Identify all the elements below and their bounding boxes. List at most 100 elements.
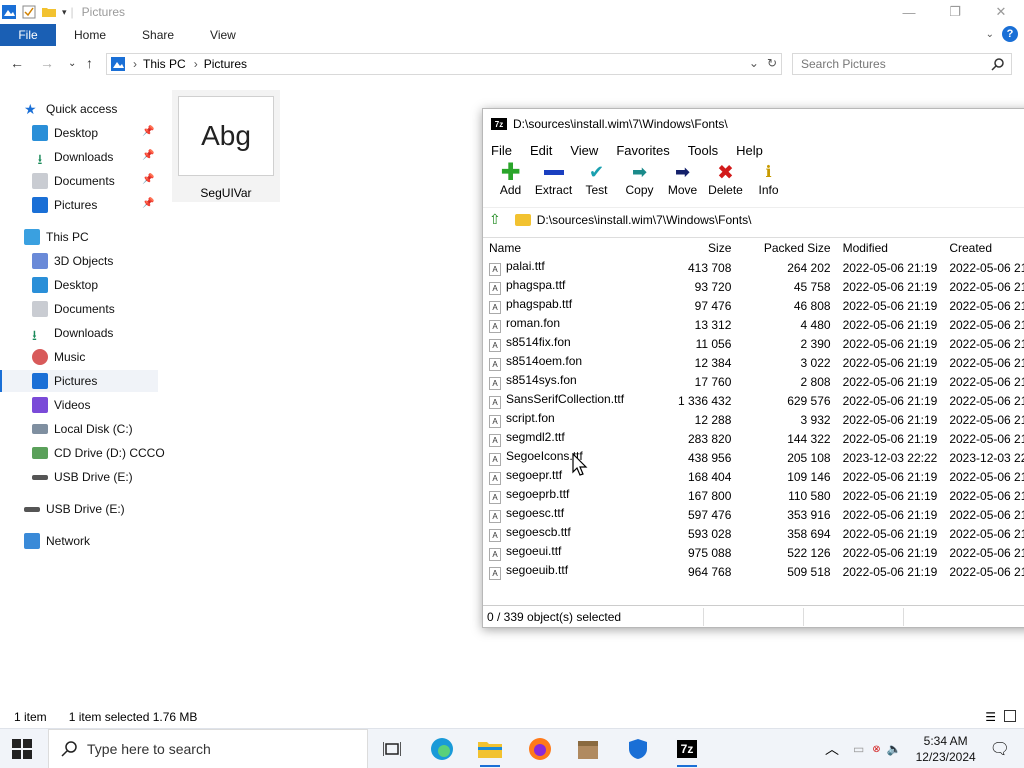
expand-ribbon-icon[interactable]: ⌄ — [986, 29, 994, 40]
tab-file[interactable]: File — [0, 24, 56, 46]
taskbar-7zip[interactable]: 7z — [667, 733, 707, 767]
taskbar-edge[interactable] — [422, 733, 462, 765]
nav-network[interactable]: Network — [24, 530, 90, 552]
nav-videos[interactable]: Videos — [32, 394, 90, 416]
menu-favorites[interactable]: Favorites — [616, 143, 669, 158]
nav-usb-drive-sub[interactable]: USB Drive (E:) — [32, 466, 133, 488]
nav-qa-desktop[interactable]: Desktop — [32, 122, 98, 144]
tab-view[interactable]: View — [192, 28, 254, 42]
column-size[interactable]: Size — [658, 238, 737, 258]
up-arrow-icon[interactable]: ↑ — [86, 55, 93, 71]
windows-start-icon[interactable] — [12, 739, 32, 759]
table-row[interactable]: Asegoesc.ttf 597 476 353 916 2022-05-06 21:… — [483, 505, 1024, 524]
table-row[interactable]: Aphagspab.ttf 97 476 46 808 2022-05-06 21:1… — [483, 296, 1024, 315]
nav-cd-drive[interactable]: CD Drive (D:) CCCO — [32, 442, 165, 464]
titlebar-divider: | — [70, 5, 74, 19]
taskbar-file-explorer[interactable] — [470, 733, 510, 767]
nav-this-pc[interactable]: This PC — [24, 226, 89, 248]
taskbar-search-box[interactable]: Type here to search — [48, 729, 368, 768]
pin-icon[interactable]: 📌 — [142, 198, 154, 209]
nav-desktop[interactable]: Desktop — [32, 274, 98, 296]
close-button[interactable]: ✕ — [978, 0, 1024, 24]
display-icon[interactable]: ▭ — [853, 742, 864, 756]
new-folder-icon[interactable] — [42, 5, 56, 19]
address-bar[interactable]: › This PC › Pictures ⌄ ↻ — [106, 53, 782, 75]
recent-locations-icon[interactable]: ⌄ — [68, 58, 76, 69]
nav-local-disk[interactable]: Local Disk (C:) — [32, 418, 133, 440]
nav-quick-access[interactable]: ★ Quick access — [24, 98, 117, 120]
qa-dropdown-icon[interactable]: ▾ — [62, 7, 67, 18]
file-item-seguivar[interactable]: Abg SegUIVar — [172, 90, 280, 202]
delete-button[interactable]: ✖ Delete — [704, 161, 747, 198]
chevron-up-icon[interactable]: ︿ — [825, 739, 839, 759]
add-button[interactable]: ✚ Add — [489, 159, 532, 198]
nav-pictures[interactable]: Pictures — [0, 370, 158, 392]
table-row[interactable]: Asegoepr.ttf 168 404 109 146 2022-05-06 21:… — [483, 467, 1024, 486]
info-button[interactable]: ℹ Info — [747, 161, 790, 197]
pin-icon[interactable]: 📌 — [142, 150, 154, 161]
task-view-button[interactable] — [372, 733, 412, 765]
menu-tools[interactable]: Tools — [688, 143, 718, 158]
taskbar-security[interactable] — [618, 733, 658, 765]
folder-up-icon[interactable]: ⇧ — [489, 211, 501, 228]
pin-icon[interactable]: 📌 — [142, 126, 154, 137]
large-icons-view-icon[interactable] — [1004, 710, 1016, 722]
table-row[interactable]: Asegoeui.ttf 975 088 522 126 2022-05-06 21:… — [483, 543, 1024, 562]
volume-icon[interactable]: 🔈 — [887, 742, 902, 756]
table-row[interactable]: As8514sys.fon 17 760 2 808 2022-05-06 21:19… — [483, 372, 1024, 391]
nav-qa-downloads[interactable]: ⭳ Downloads — [32, 146, 114, 168]
nav-documents[interactable]: Documents — [32, 298, 115, 320]
minimize-button[interactable]: — — [886, 0, 932, 24]
tab-share[interactable]: Share — [124, 28, 192, 42]
address-dropdown-icon[interactable]: ⌄ — [749, 56, 759, 70]
table-row[interactable]: Asegoescb.ttf 593 028 358 694 2022-05-06 21… — [483, 524, 1024, 543]
nav-3d-objects[interactable]: 3D Objects — [32, 250, 113, 272]
properties-icon[interactable] — [22, 5, 36, 19]
pin-icon[interactable]: 📌 — [142, 174, 154, 185]
menu-help[interactable]: Help — [736, 143, 763, 158]
table-row[interactable]: Apalai.ttf 413 708 264 202 2022-05-06 21:19… — [483, 258, 1024, 277]
table-row[interactable]: A SegoeIcons.ttf 438 956 205 108 2023-12-03 … — [483, 448, 1024, 467]
forward-arrow-icon[interactable]: → — [40, 55, 54, 71]
nav-music[interactable]: Music — [32, 346, 85, 368]
table-row[interactable]: Asegoeprb.ttf 167 800 110 580 2022-05-06 21… — [483, 486, 1024, 505]
table-row[interactable]: Asegmdl2.ttf 283 820 144 322 2022-05-06 21:… — [483, 429, 1024, 448]
help-icon[interactable]: ? — [1002, 26, 1018, 42]
column-created[interactable]: Created — [943, 238, 1024, 258]
column-packed-size[interactable]: Packed Size — [737, 238, 836, 258]
table-row[interactable]: Ascript.fon 12 288 3 932 2022-05-06 21:19 20… — [483, 410, 1024, 429]
test-button[interactable]: ✔ Test — [575, 161, 618, 198]
table-row[interactable]: Aroman.fon 13 312 4 480 2022-05-06 21:19 202… — [483, 315, 1024, 334]
table-row[interactable]: Asegoeuib.ttf 964 768 509 518 2022-05-06 21… — [483, 562, 1024, 581]
move-button[interactable]: ➡ Move — [661, 161, 704, 198]
menu-edit[interactable]: Edit — [530, 143, 552, 158]
nav-qa-documents[interactable]: Documents — [32, 170, 115, 192]
tab-home[interactable]: Home — [56, 28, 124, 42]
nav-downloads[interactable]: ⭳ Downloads — [32, 322, 113, 344]
details-view-icon[interactable]: ☰ — [985, 710, 996, 724]
nav-usb-drive[interactable]: USB Drive (E:) — [24, 498, 125, 520]
breadcrumb-this-pc[interactable]: This PC — [143, 57, 186, 71]
menu-view[interactable]: View — [570, 143, 598, 158]
column-name[interactable]: Name — [483, 238, 658, 258]
refresh-icon[interactable]: ↻ — [767, 56, 777, 70]
menu-file[interactable]: File — [491, 143, 512, 158]
copy-button[interactable]: ➡ Copy — [618, 161, 661, 198]
taskbar-archive-app[interactable] — [568, 733, 608, 765]
table-row[interactable]: As8514oem.fon 12 384 3 022 2022-05-06 21:19… — [483, 353, 1024, 372]
maximize-button[interactable]: ❐ — [932, 0, 978, 24]
nav-qa-pictures[interactable]: Pictures — [32, 194, 97, 216]
table-row[interactable]: Aphagspa.ttf 93 720 45 758 2022-05-06 21:19… — [483, 277, 1024, 296]
notification-icon[interactable]: 🗨 — [990, 739, 1010, 759]
table-row[interactable]: A SansSerifCollection.ttf 1 336 432 629 576… — [483, 391, 1024, 410]
taskbar-firefox[interactable] — [520, 733, 560, 765]
column-modified[interactable]: Modified — [837, 238, 944, 258]
network-error-icon[interactable]: ⊗ — [872, 744, 880, 755]
system-clock[interactable]: 5:34 AM 12/23/2024 — [916, 733, 976, 765]
back-arrow-icon[interactable]: ← — [10, 55, 24, 71]
table-row[interactable]: As8514fix.fon 11 056 2 390 2022-05-06 21:19… — [483, 334, 1024, 353]
extract-button[interactable]: Extract — [532, 161, 575, 197]
search-input[interactable]: Search Pictures — [792, 53, 1012, 75]
current-path[interactable]: D:\sources\install.wim\7\Windows\Fonts\ — [537, 213, 752, 227]
breadcrumb-pictures[interactable]: Pictures — [204, 57, 247, 71]
